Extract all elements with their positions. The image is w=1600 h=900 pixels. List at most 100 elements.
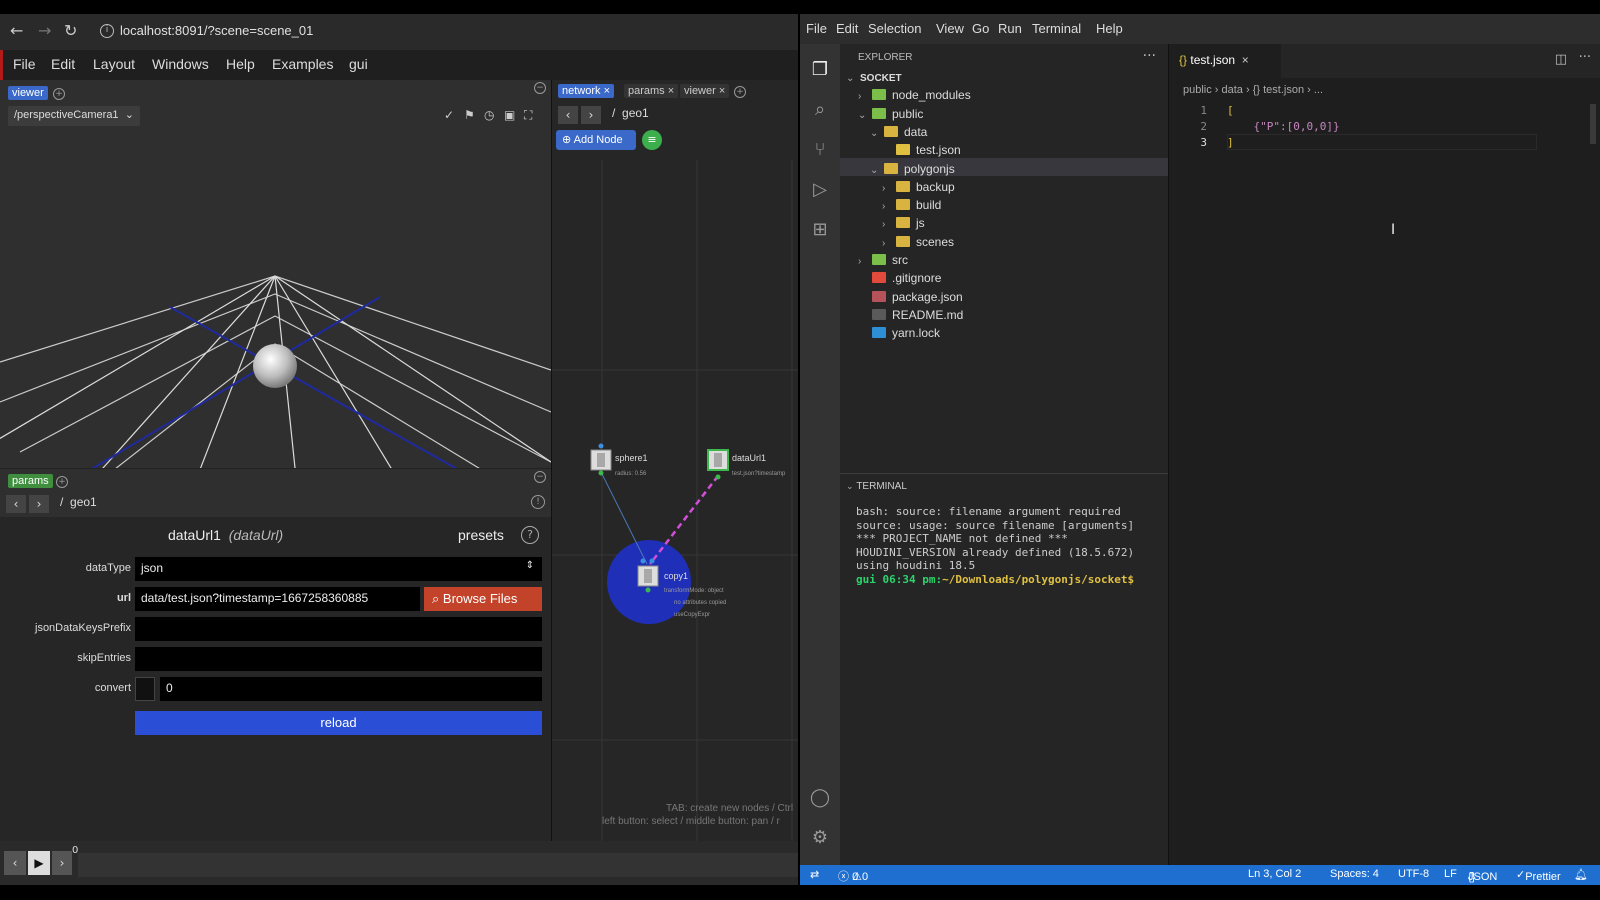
prev-frame-button[interactable]: ‹ (4, 851, 26, 875)
indentation[interactable]: Spaces: 4 (1330, 868, 1379, 880)
tree-item-scenes[interactable]: › scenes (882, 235, 954, 253)
skip-entries-input[interactable] (135, 647, 542, 671)
clock-icon[interactable]: ◷ (484, 108, 494, 122)
menu-examples[interactable]: Examples (272, 56, 333, 72)
menu-selection[interactable]: Selection (868, 21, 921, 36)
menu-windows[interactable]: Windows (152, 56, 209, 72)
menu-help[interactable]: Help (226, 56, 255, 72)
close-icon[interactable]: × (1242, 53, 1249, 67)
menu-go[interactable]: Go (972, 21, 989, 36)
list-icon[interactable]: ≡ (642, 130, 662, 150)
tree-item-test-json[interactable]: test.json (882, 143, 961, 161)
add-panel-icon[interactable]: + (56, 476, 68, 488)
presets-button[interactable]: presets (458, 527, 504, 543)
add-panel-icon[interactable]: + (734, 86, 746, 98)
breadcrumb[interactable]: public › data › {} test.json › ... (1183, 84, 1323, 96)
check-icon[interactable]: ✓ (444, 108, 454, 122)
next-frame-button[interactable]: › (52, 851, 72, 875)
menu-terminal[interactable]: Terminal (1032, 21, 1081, 36)
address-bar[interactable]: localhost:8091/?scene=scene_01 (120, 23, 313, 38)
tree-item-polygonjs[interactable]: ⌄ polygonjs (870, 162, 955, 180)
menu-layout[interactable]: Layout (93, 56, 135, 72)
params-tab[interactable]: params (8, 474, 53, 488)
terminal-output[interactable]: bash: source: filename argument required… (856, 505, 1134, 586)
tab-params[interactable]: params × (624, 84, 679, 98)
params-breadcrumb[interactable]: / geo1 (60, 495, 97, 509)
encoding[interactable]: UTF-8 (1398, 868, 1429, 880)
source-control-icon[interactable]: ⑂ (808, 138, 832, 162)
play-button[interactable]: ▶ (28, 851, 50, 875)
tree-item-readme-md[interactable]: README.md (858, 308, 963, 326)
problems-indicator[interactable]: ⓧ 0 ⚠ 0 (838, 868, 868, 884)
menu-view[interactable]: View (936, 21, 964, 36)
panel-options-icon[interactable]: − (534, 471, 546, 483)
tree-item-js[interactable]: › js (882, 216, 925, 234)
tab-network[interactable]: network × (558, 84, 615, 98)
tab-test-json[interactable]: {} test.json × (1169, 44, 1281, 78)
close-icon[interactable]: × (668, 85, 674, 97)
fullscreen-icon[interactable]: ⛶ (524, 108, 532, 123)
close-icon[interactable]: × (719, 85, 725, 97)
flag-icon[interactable]: ⚑ (464, 108, 475, 122)
more-actions-icon[interactable]: ··· (1579, 50, 1591, 65)
camera-select[interactable]: /perspectiveCamera1 ⌄ (8, 106, 140, 126)
terminal-title[interactable]: ⌄ TERMINAL (846, 481, 907, 492)
add-panel-icon[interactable]: + (53, 88, 65, 100)
tree-item-package-json[interactable]: package.json (858, 290, 963, 308)
menu-edit[interactable]: Edit (836, 21, 858, 36)
tree-item-backup[interactable]: › backup (882, 180, 955, 198)
minimap-scrollbar[interactable] (1590, 104, 1596, 144)
search-icon[interactable]: ⌕ (808, 98, 832, 122)
convert-input[interactable]: 0 (160, 677, 542, 701)
back-button[interactable]: ‹ (558, 106, 578, 124)
viewer-tab[interactable]: viewer (8, 86, 48, 100)
add-node-button[interactable]: ⊕ Add Node (556, 130, 636, 150)
tree-item--gitignore[interactable]: .gitignore (858, 271, 941, 289)
viewport-3d[interactable] (0, 132, 551, 468)
split-editor-icon[interactable]: ◫ (1555, 52, 1567, 67)
account-icon[interactable]: ◯ (808, 786, 832, 810)
tree-item-node-modules[interactable]: › node_modules (858, 88, 971, 106)
menu-help[interactable]: Help (1096, 21, 1123, 36)
editor-area[interactable]: {} test.json × ◫ ··· public › data › {} … (1168, 44, 1600, 874)
extensions-icon[interactable]: ⊞ (808, 218, 832, 242)
network-breadcrumb[interactable]: / geo1 (612, 106, 649, 120)
remote-icon[interactable]: ⇄ (810, 868, 819, 881)
forward-icon[interactable]: → (38, 21, 51, 40)
site-info-icon[interactable]: i (100, 24, 114, 38)
sphere-object[interactable] (253, 344, 297, 388)
tree-item-yarn-lock[interactable]: yarn.lock (858, 326, 940, 344)
back-icon[interactable]: ← (10, 21, 23, 40)
explorer-root[interactable]: ⌄ SOCKET (846, 70, 902, 88)
forward-button[interactable]: › (29, 495, 49, 513)
menu-edit[interactable]: Edit (51, 56, 75, 72)
reload-icon[interactable]: ↻ (64, 21, 77, 40)
url-input[interactable]: data/test.json?timestamp=1667258360885 (135, 587, 420, 611)
tree-item-data[interactable]: ⌄ data (870, 125, 927, 143)
gear-icon[interactable]: ⚙ (808, 826, 832, 850)
menu-file[interactable]: File (13, 56, 36, 72)
prettier-status[interactable]: ✓ Prettier (1516, 868, 1561, 883)
network-panel[interactable]: network × params × viewer × + ‹ › / geo1 … (551, 80, 798, 841)
menu-file[interactable]: File (806, 21, 827, 36)
help-icon[interactable]: ? (521, 526, 539, 544)
camera-icon[interactable]: ▣ (504, 108, 515, 122)
tree-item-public[interactable]: ⌄ public (858, 107, 923, 125)
back-button[interactable]: ‹ (6, 495, 26, 513)
timeline-scrubber[interactable] (78, 853, 798, 877)
reload-button[interactable]: reload (135, 711, 542, 735)
convert-checkbox[interactable] (135, 677, 155, 701)
close-icon[interactable]: × (604, 85, 610, 97)
run-debug-icon[interactable]: ▷ (808, 178, 832, 202)
menu-gui[interactable]: gui (349, 56, 368, 72)
end-of-line[interactable]: LF (1444, 868, 1457, 880)
bell-icon[interactable]: 🔔︎ (1574, 868, 1588, 881)
tab-viewer[interactable]: viewer × (680, 84, 730, 98)
forward-button[interactable]: › (581, 106, 601, 124)
panel-options-icon[interactable]: − (534, 82, 546, 94)
files-icon[interactable]: ❐ (808, 58, 832, 82)
tree-item-src[interactable]: › src (858, 253, 908, 271)
cursor-position[interactable]: Ln 3, Col 2 (1248, 868, 1301, 880)
tree-item-build[interactable]: › build (882, 198, 941, 216)
json-prefix-input[interactable] (135, 617, 542, 641)
